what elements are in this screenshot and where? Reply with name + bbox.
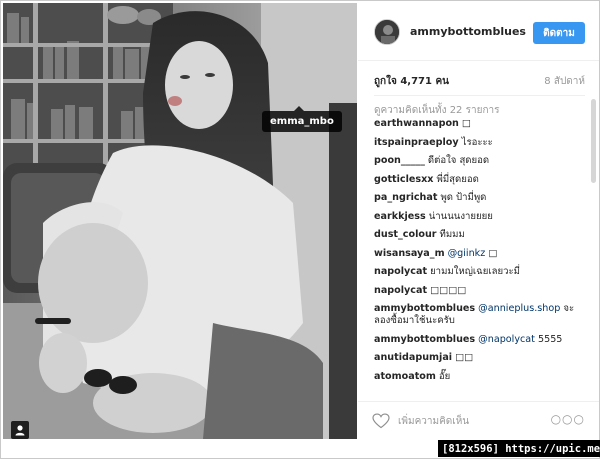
comment-username[interactable]: itspainpraeploy [374, 137, 459, 148]
comment-row: dust_colour ทีมมม [374, 229, 586, 241]
comment-username[interactable]: napolycat [374, 285, 427, 296]
comment-row: napolycat □□□□ [374, 285, 586, 297]
comment-text: พี่มี่สุดยอด [436, 173, 479, 185]
comment-text: พูด ป้ามี่พูด [440, 192, 487, 203]
comment-username[interactable]: poon_____ [374, 155, 425, 166]
scrollbar-thumb[interactable] [591, 99, 596, 183]
comment-scrollbar[interactable] [591, 99, 596, 399]
comment-username[interactable]: anutidapumjai [374, 352, 452, 363]
watermark-label: [812x596] https://upic.me/ [438, 440, 600, 457]
comment-text: น่านนนงายยยย [428, 210, 493, 222]
comment-username[interactable]: pa_ngrichat [374, 192, 437, 203]
comment-mention-link[interactable]: @annieplus.shop [478, 303, 560, 314]
comment-row: ammybottomblues @annieplus.shop จะลองซื้อ… [374, 303, 586, 327]
divider [374, 95, 585, 96]
comment-username[interactable]: atomoatom [374, 371, 436, 382]
comment-row: itspainpraeploy ไรอะะะ [374, 137, 586, 149]
comment-username[interactable]: wisansaya_m [374, 248, 445, 259]
comment-row: ammybottomblues @napolycat 5555 [374, 334, 586, 346]
comment-row: gotticlesxx พี่มี่สุดยอด [374, 174, 586, 186]
comment-row: atomoatom อั๊ย [374, 371, 586, 383]
comment-row: earthwannapon □ [374, 118, 586, 130]
comment-text: ไรอะะะ [461, 136, 493, 148]
post-window: emma_mbo ammybottomblues ติดตาม ถูกใจ 4,… [0, 0, 600, 459]
comment-text: □□□□ [430, 284, 467, 296]
post-photo[interactable]: emma_mbo [3, 3, 357, 439]
post-date[interactable]: 8 สัปดาห์ [544, 74, 585, 89]
comment-row: pa_ngrichat พูด ป้ามี่พูด [374, 192, 586, 204]
post-header: ammybottomblues ติดตาม [358, 3, 599, 61]
comment-username[interactable]: napolycat [374, 266, 427, 277]
comment-footer: เพิ่มความคิดเห็น ○○○ [358, 401, 599, 439]
add-comment-input[interactable]: เพิ่มความคิดเห็น [398, 414, 469, 429]
avatar-image [375, 20, 399, 44]
comment-username[interactable]: dust_colour [374, 229, 437, 240]
likes-count[interactable]: ถูกใจ 4,771 คน [374, 74, 449, 89]
comment-row: anutidapumjai □□ [374, 352, 586, 364]
photo-user-tag[interactable]: emma_mbo [262, 106, 342, 132]
more-options-button[interactable]: ○○○ [551, 412, 585, 426]
post-side-panel: ammybottomblues ติดตาม ถูกใจ 4,771 คน 8 … [358, 3, 599, 439]
person-icon[interactable] [11, 421, 29, 439]
comment-text: ดีต่อใจ สุดยอด [427, 155, 490, 166]
avatar[interactable] [374, 19, 400, 45]
comment-username[interactable]: gotticlesxx [374, 174, 434, 185]
comment-username[interactable]: earthwannapon [374, 118, 459, 129]
comment-text: □□ [455, 352, 474, 363]
comment-row: earkkjess น่านนนงายยยย [374, 211, 586, 223]
comment-text: ยามมใหญ่เฉยเลยวะมี่ [430, 266, 520, 277]
comment-text-tail: □ [485, 247, 498, 259]
comment-mention-link[interactable]: @napolycat [478, 334, 535, 345]
comment-text-tail: □ [461, 118, 471, 129]
comment-row: napolycat ยามมใหญ่เฉยเลยวะมี่ [374, 266, 586, 278]
view-all-comments-link[interactable]: ดูความคิดเห็นทั้ง 22 รายการ [374, 103, 499, 118]
comment-list: earthwannapon □ itspainpraeploy ไรอะะะ poon_… [374, 118, 586, 389]
comment-username[interactable]: ammybottomblues [374, 303, 475, 314]
comment-row: poon_____ ดีต่อใจ สุดยอด [374, 155, 586, 167]
comment-text-tail: 5555 [534, 333, 563, 345]
comment-text: อั๊ย [438, 370, 451, 382]
comment-username[interactable]: ammybottomblues [374, 334, 475, 345]
comment-username[interactable]: earkkjess [374, 211, 426, 222]
owner-username[interactable]: ammybottomblues [410, 25, 526, 38]
heart-icon[interactable] [372, 413, 390, 429]
person-icon-glyph [15, 425, 25, 436]
comment-text: ทีมมม [439, 229, 465, 240]
photo-illustration [3, 3, 357, 439]
comment-mention-link[interactable]: @giinkz [448, 248, 486, 259]
comment-row: wisansaya_m @giinkz □ [374, 248, 586, 260]
follow-button[interactable]: ติดตาม [533, 22, 585, 44]
